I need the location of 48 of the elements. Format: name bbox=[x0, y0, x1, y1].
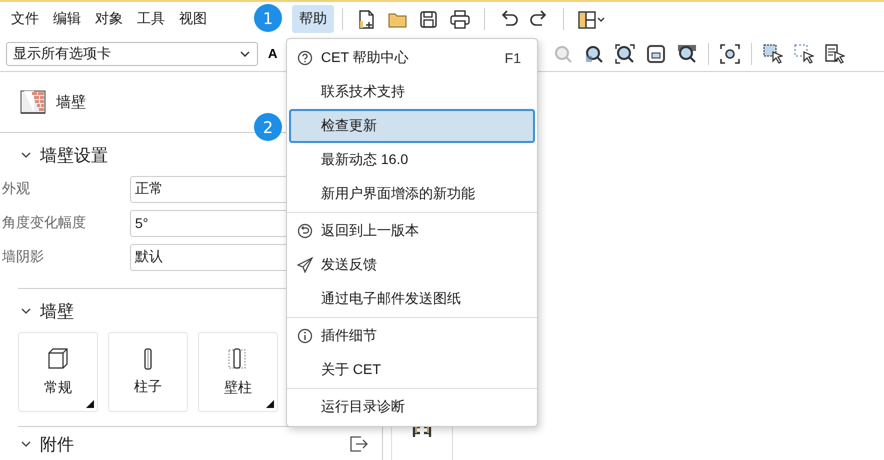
menu-item[interactable]: 对象 bbox=[88, 5, 130, 33]
step-badge: 1 bbox=[254, 4, 282, 32]
menu-entry[interactable]: 检查更新 bbox=[289, 109, 535, 143]
center-view-icon[interactable] bbox=[720, 44, 740, 64]
menu-item[interactable]: 编辑 bbox=[46, 5, 88, 33]
wall-block-icon bbox=[46, 347, 70, 371]
wall-tile[interactable]: 常规 bbox=[18, 332, 98, 412]
printer-icon[interactable] bbox=[449, 8, 471, 30]
section-title[interactable]: 附件 bbox=[40, 432, 74, 456]
list-select-icon[interactable] bbox=[825, 44, 846, 64]
save-icon[interactable] bbox=[418, 8, 439, 30]
panel-title: 墙壁 bbox=[56, 92, 86, 112]
wall-tile[interactable]: 柱子 bbox=[108, 332, 188, 412]
menu-entry[interactable]: CET 帮助中心 F1 bbox=[289, 41, 535, 75]
revert-icon bbox=[297, 223, 313, 239]
layout-icon[interactable] bbox=[577, 8, 605, 30]
select-icon[interactable] bbox=[763, 44, 784, 64]
property-label: 角度变化幅度 bbox=[1, 214, 87, 232]
menu-entry[interactable]: 插件细节 bbox=[289, 319, 535, 353]
menu-item[interactable]: 帮助 bbox=[292, 5, 334, 33]
property-label: 外观 bbox=[1, 180, 31, 198]
info-icon bbox=[297, 328, 313, 344]
menu-entry[interactable]: 运行目录诊断 bbox=[289, 390, 535, 424]
menu-item[interactable]: 视图 bbox=[172, 5, 214, 33]
send-icon bbox=[297, 257, 313, 273]
section-title[interactable]: 墙壁设置 bbox=[40, 144, 108, 166]
column-icon bbox=[144, 348, 152, 370]
section-title[interactable]: 墙壁 bbox=[40, 300, 74, 322]
menu-entry[interactable]: 关于 CET bbox=[289, 353, 535, 387]
step-badge: 2 bbox=[254, 113, 282, 141]
zoom-window-icon[interactable] bbox=[646, 44, 666, 64]
property-label: 墙阴影 bbox=[1, 248, 45, 266]
wall-tile[interactable]: 壁柱 bbox=[198, 332, 278, 412]
select-icon[interactable] bbox=[794, 44, 814, 64]
tab-filter-dropdown[interactable]: 显示所有选项卡 bbox=[6, 42, 258, 66]
zoom-icon[interactable] bbox=[584, 44, 604, 64]
zoom-all-icon[interactable] bbox=[677, 44, 698, 64]
export-icon[interactable] bbox=[348, 434, 368, 454]
font-button[interactable]: A bbox=[264, 44, 282, 63]
help-icon bbox=[297, 50, 313, 66]
menu-item[interactable]: 工具 bbox=[130, 5, 172, 33]
menu-entry[interactable]: 联系技术支持 bbox=[289, 75, 535, 109]
zoom-extents-icon[interactable] bbox=[615, 44, 636, 64]
menu-item[interactable]: 文件 bbox=[4, 5, 46, 33]
menu-entry[interactable]: 最新动态 16.0 bbox=[289, 143, 535, 177]
shortcut-label: F1 bbox=[504, 50, 521, 66]
menu-entry[interactable]: 通过电子邮件发送图纸 bbox=[289, 282, 535, 316]
brick-wall-icon bbox=[20, 89, 46, 115]
